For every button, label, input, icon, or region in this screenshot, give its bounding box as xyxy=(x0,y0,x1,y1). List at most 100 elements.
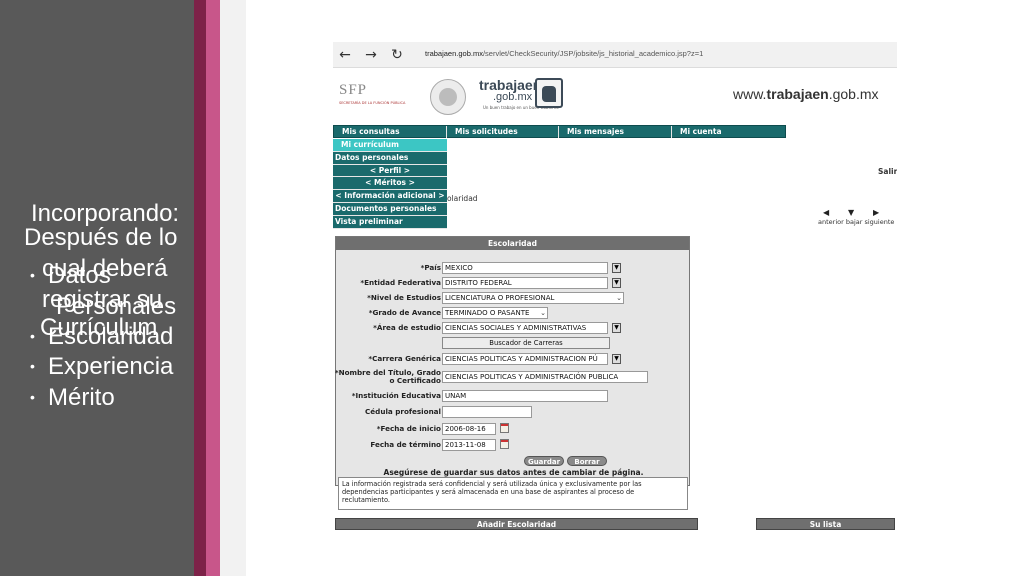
slide-bullet-continuation: Personales xyxy=(56,293,177,320)
field-label: *Entidad Federativa xyxy=(360,278,441,287)
form-title: Escolaridad xyxy=(336,237,689,250)
field-label-line2: o Certificado xyxy=(389,376,441,385)
form-row-grado: *Grado de Avance TERMINADO O PASANTE ⌄ xyxy=(336,307,691,321)
side-menu-informacion-adicional[interactable]: < Información adicional > xyxy=(333,190,447,203)
side-menu: Mi currículum Datos personales < Perfil … xyxy=(333,139,447,229)
pager-labels: anterior bajar siguiente xyxy=(818,218,895,226)
privacy-notice: La información registrada será confidenc… xyxy=(338,477,688,510)
bullet-text: Mérito xyxy=(48,384,115,411)
dropdown-arrow-icon[interactable]: ▼ xyxy=(612,323,621,333)
dropdown-arrow-icon[interactable]: ▼ xyxy=(612,278,621,288)
dropdown-arrow-icon[interactable]: ▼ xyxy=(612,354,621,364)
trabajaen-mark-icon xyxy=(535,78,563,108)
national-seal-icon xyxy=(430,79,466,115)
form-row-actions: Guardar Borrar xyxy=(336,456,691,467)
nivel-estudios-value: LICENCIATURA O PROFESIONAL xyxy=(445,294,555,302)
top-menu: Mis consultas Mis solicitudes Mis mensaj… xyxy=(333,125,786,138)
field-label: *Carrera Genérica xyxy=(368,354,441,363)
anadir-escolaridad-header: Añadir Escolaridad xyxy=(335,518,698,530)
side-menu-documentos-personales[interactable]: Documentos personales xyxy=(333,202,447,216)
top-menu-mis-solicitudes[interactable]: Mis solicitudes xyxy=(447,126,559,138)
grado-avance-select[interactable]: TERMINADO O PASANTE ⌄ xyxy=(442,307,548,319)
top-menu-mis-consultas[interactable]: Mis consultas xyxy=(334,126,447,138)
pais-select[interactable]: MEXICO xyxy=(442,262,608,274)
site-url-text: www.trabajaen.gob.mx xyxy=(733,86,879,102)
browser-window: ← → ↻ trabajaen.gob.mx/servlet/CheckSecu… xyxy=(333,42,897,530)
form-row-area: *Área de estudio CIENCIAS SOCIALES Y ADM… xyxy=(336,322,691,336)
bullet-dot-icon: • xyxy=(30,267,35,283)
chevron-down-icon: ⌄ xyxy=(616,294,622,302)
bullet-dot-icon: • xyxy=(30,328,35,344)
slide-title-line: Incorporando: xyxy=(31,200,180,227)
form-row-carrera: *Carrera Genérica CIENCIAS POLITICAS Y A… xyxy=(336,353,691,367)
triangle-left-icon[interactable]: ◀ xyxy=(823,208,829,217)
triangle-right-icon[interactable]: ▶ xyxy=(873,208,879,217)
slide-bullet: • Experiencia xyxy=(30,353,173,380)
slide-stripe-dark xyxy=(194,0,206,576)
field-label: Cédula profesional xyxy=(365,407,441,416)
form-row-entidad: *Entidad Federativa DISTRITO FEDERAL ▼ xyxy=(336,277,691,291)
su-lista-header: Su lista xyxy=(756,518,895,530)
entidad-select[interactable]: DISTRITO FEDERAL xyxy=(442,277,608,289)
field-label: *Grado de Avance xyxy=(368,308,441,317)
escolaridad-form: Escolaridad *País MEXICO ▼ *Entidad Fede… xyxy=(335,236,691,510)
url-field[interactable]: trabajaen.gob.mx/servlet/CheckSecurity/J… xyxy=(425,49,703,58)
slide-bullet: • Mérito xyxy=(30,384,115,411)
bullet-text: Experiencia xyxy=(48,353,174,380)
borrar-button[interactable]: Borrar xyxy=(567,456,607,466)
field-label: *País xyxy=(420,263,441,272)
form-row-nivel: *Nivel de Estudios LICENCIATURA O PROFES… xyxy=(336,292,691,306)
top-menu-mis-mensajes[interactable]: Mis mensajes xyxy=(559,126,672,138)
slide-stripe-pink xyxy=(206,0,220,576)
grado-avance-value: TERMINADO O PASANTE xyxy=(445,309,530,317)
dropdown-arrow-icon[interactable]: ▼ xyxy=(612,263,621,273)
sfp-logo-subtitle: SECRETARÍA DE LA FUNCIÓN PÚBLICA xyxy=(339,101,406,105)
calendar-icon[interactable] xyxy=(500,439,509,449)
side-menu-datos-personales[interactable]: Datos personales xyxy=(333,151,447,165)
buscador-carreras-button[interactable]: Buscador de Carreras xyxy=(442,337,610,349)
reload-icon[interactable]: ↻ xyxy=(387,45,407,65)
bullet-text: Datos xyxy=(48,262,111,289)
form-row-cedula: Cédula profesional xyxy=(336,406,691,420)
field-label: Fecha de término xyxy=(370,440,441,449)
address-bar: ← → ↻ trabajaen.gob.mx/servlet/CheckSecu… xyxy=(333,42,897,68)
carrera-generica-select[interactable]: CIENCIAS POLITICAS Y ADMINISTRACION PÚ xyxy=(442,353,608,365)
institucion-input[interactable]: UNAM xyxy=(442,390,608,402)
top-menu-mi-cuenta[interactable]: Mi cuenta xyxy=(672,126,786,138)
titulo-input[interactable]: CIENCIAS POLITICAS Y ADMINISTRACIÓN PUBL… xyxy=(442,371,648,383)
site-url-bold: trabajaen xyxy=(766,86,829,102)
sfp-logo: SFP SECRETARÍA DE LA FUNCIÓN PÚBLICA xyxy=(339,82,415,114)
arrow-right-icon[interactable]: → xyxy=(361,45,381,65)
bullet-dot-icon: • xyxy=(30,389,35,405)
area-estudio-select[interactable]: CIENCIAS SOCIALES Y ADMINISTRATIVAS xyxy=(442,322,608,334)
site-url-suffix: .gob.mx xyxy=(828,86,879,102)
side-menu-mi-curriculum[interactable]: Mi currículum xyxy=(333,139,447,152)
arrow-left-icon[interactable]: ← xyxy=(335,45,355,65)
slide-bullet: • Escolaridad xyxy=(30,323,173,350)
field-label: *Nombre del Título, Grado o Certificado xyxy=(335,369,441,385)
form-row-fecha-termino: Fecha de término 2013-11-08 xyxy=(336,439,691,453)
url-path: /servlet/CheckSecurity/JSP/jobsite/js_hi… xyxy=(482,49,704,58)
sfp-logo-text: SFP xyxy=(339,82,368,98)
logout-link[interactable]: Salir xyxy=(878,167,897,176)
guardar-button[interactable]: Guardar xyxy=(524,456,564,466)
fecha-termino-input[interactable]: 2013-11-08 xyxy=(442,439,496,451)
side-menu-meritos[interactable]: < Méritos > xyxy=(333,177,447,191)
form-row-fecha-inicio: *Fecha de inicio 2006-08-16 xyxy=(336,423,691,437)
side-menu-vista-preliminar[interactable]: Vista preliminar xyxy=(333,215,447,229)
form-row-pais: *País MEXICO ▼ xyxy=(336,262,691,276)
cedula-input[interactable] xyxy=(442,406,532,418)
slide-bullet: • Datos xyxy=(30,262,111,289)
chevron-down-icon: ⌄ xyxy=(540,309,546,317)
triangle-down-icon[interactable]: ▼ xyxy=(848,208,854,217)
side-menu-perfil[interactable]: < Perfil > xyxy=(333,164,447,178)
field-label: *Institución Educativa xyxy=(351,391,441,400)
url-host: trabajaen.gob.mx xyxy=(425,49,483,58)
site-url-prefix: www. xyxy=(733,86,767,102)
field-label: *Área de estudio xyxy=(373,323,441,332)
breadcrumb: olaridad xyxy=(447,194,478,203)
calendar-icon[interactable] xyxy=(500,423,509,433)
fecha-inicio-input[interactable]: 2006-08-16 xyxy=(442,423,496,435)
nivel-estudios-select[interactable]: LICENCIATURA O PROFESIONAL ⌄ xyxy=(442,292,624,304)
save-warning: Asegúrese de guardar sus datos antes de … xyxy=(383,468,644,477)
